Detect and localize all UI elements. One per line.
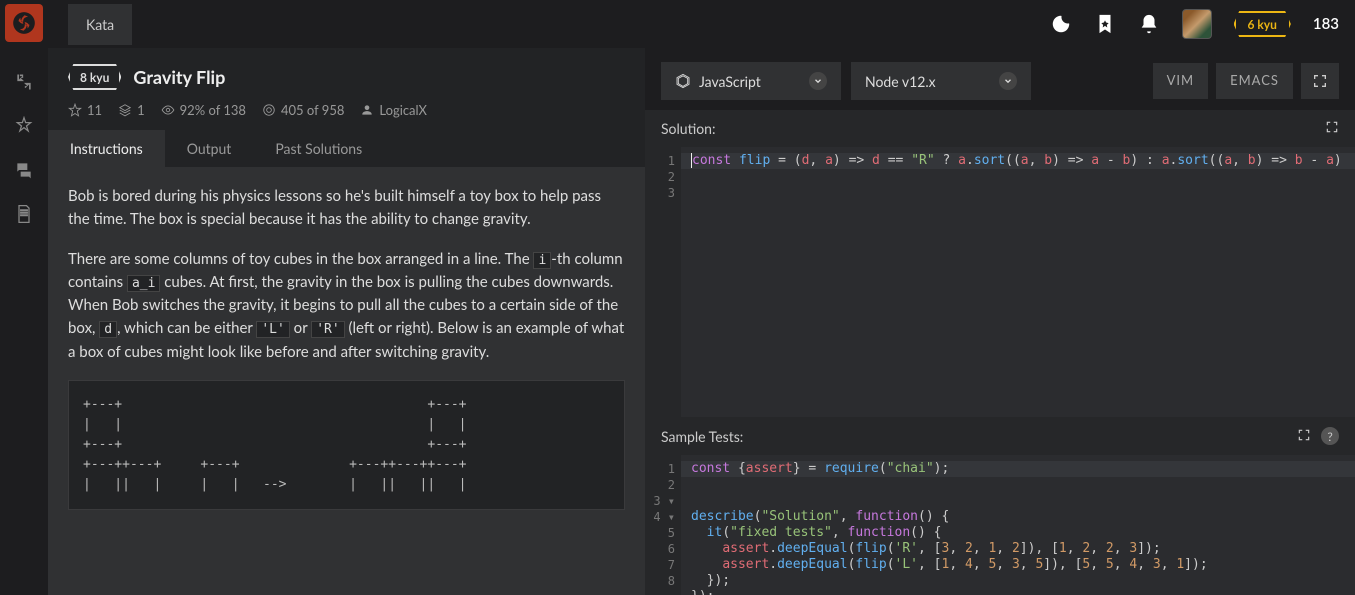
topbar-tab-kata[interactable]: Kata <box>68 4 132 45</box>
layers-icon <box>118 103 132 117</box>
ascii-diagram: +---+ +---+ | | | | +---+ +---+ +---++--… <box>68 380 625 511</box>
docs-icon[interactable] <box>0 192 48 236</box>
bookmark-icon[interactable] <box>1094 13 1116 35</box>
side-rail <box>0 0 48 595</box>
solution-title: Solution: <box>661 120 715 137</box>
honor-points: 183 <box>1313 15 1343 33</box>
notifications-icon[interactable] <box>1138 13 1160 35</box>
tab-output[interactable]: Output <box>165 130 254 167</box>
completions: 405 of 958 <box>262 102 344 118</box>
satisfaction: 92% of 138 <box>161 102 246 118</box>
solution-code[interactable]: const flip = (d, a) => d == "R" ? a.sort… <box>681 147 1355 417</box>
right-panel: JavaScript Node v12.x VIM <box>645 48 1355 595</box>
user-icon <box>360 103 374 117</box>
emacs-mode-button[interactable]: EMACS <box>1216 63 1293 99</box>
tests-pane-header: Sample Tests: ? <box>645 417 1355 455</box>
theme-toggle-icon[interactable] <box>1050 13 1072 35</box>
chevron-down-icon <box>999 72 1017 90</box>
avatar[interactable] <box>1182 9 1212 39</box>
chevron-down-icon <box>809 72 827 90</box>
discuss-icon[interactable] <box>0 148 48 192</box>
instructions-body: Bob is bored during his physics lessons … <box>48 167 645 595</box>
tab-past-solutions[interactable]: Past Solutions <box>253 130 384 167</box>
tests-editor[interactable]: 123 ▾4 ▾5678 const {assert} = require("c… <box>645 455 1355 595</box>
intro-paragraph: Bob is bored during his physics lessons … <box>68 187 601 228</box>
language-selector[interactable]: JavaScript <box>661 62 841 100</box>
expand-tests-icon[interactable] <box>1297 428 1311 445</box>
cube-icon <box>675 73 691 89</box>
stars-count[interactable]: 11 <box>68 102 102 118</box>
version-selector[interactable]: Node v12.x <box>851 62 1031 100</box>
vim-mode-button[interactable]: VIM <box>1153 63 1209 99</box>
fullscreen-page-icon[interactable] <box>1301 63 1339 99</box>
solution-editor[interactable]: 123 const flip = (d, a) => d == "R" ? a.… <box>645 147 1355 417</box>
user-rank-badge: 6 kyu <box>1234 11 1291 37</box>
compare-icon[interactable] <box>0 60 48 104</box>
kata-title: Gravity Flip <box>133 66 225 88</box>
kata-rank-badge: 8 kyu <box>68 64 121 90</box>
eye-icon <box>161 103 175 117</box>
tests-gutter: 123 ▾4 ▾5678 <box>645 455 681 595</box>
expand-solution-icon[interactable] <box>1325 120 1339 137</box>
tab-instructions[interactable]: Instructions <box>48 130 165 167</box>
collections-count[interactable]: 1 <box>118 102 145 118</box>
tests-title: Sample Tests: <box>661 428 743 445</box>
left-panel: 8 kyu Gravity Flip 11 1 92% of 138 <box>48 48 645 595</box>
target-icon <box>262 103 276 117</box>
solution-pane-header: Solution: <box>645 110 1355 147</box>
tests-code[interactable]: const {assert} = require("chai"); descri… <box>681 455 1355 595</box>
code-d: d <box>99 321 117 338</box>
help-icon[interactable]: ? <box>1321 427 1339 445</box>
kumite-icon[interactable] <box>0 104 48 148</box>
code-i: i <box>533 252 551 269</box>
topbar: Kata 6 kyu 183 <box>48 0 1355 48</box>
solution-gutter: 123 <box>645 147 681 417</box>
logo[interactable] <box>5 4 43 42</box>
author[interactable]: LogicalX <box>360 102 427 118</box>
code-R: 'R' <box>311 321 344 338</box>
code-L: 'L' <box>256 321 289 338</box>
code-ai: a_i <box>127 275 160 292</box>
star-icon <box>68 103 82 117</box>
